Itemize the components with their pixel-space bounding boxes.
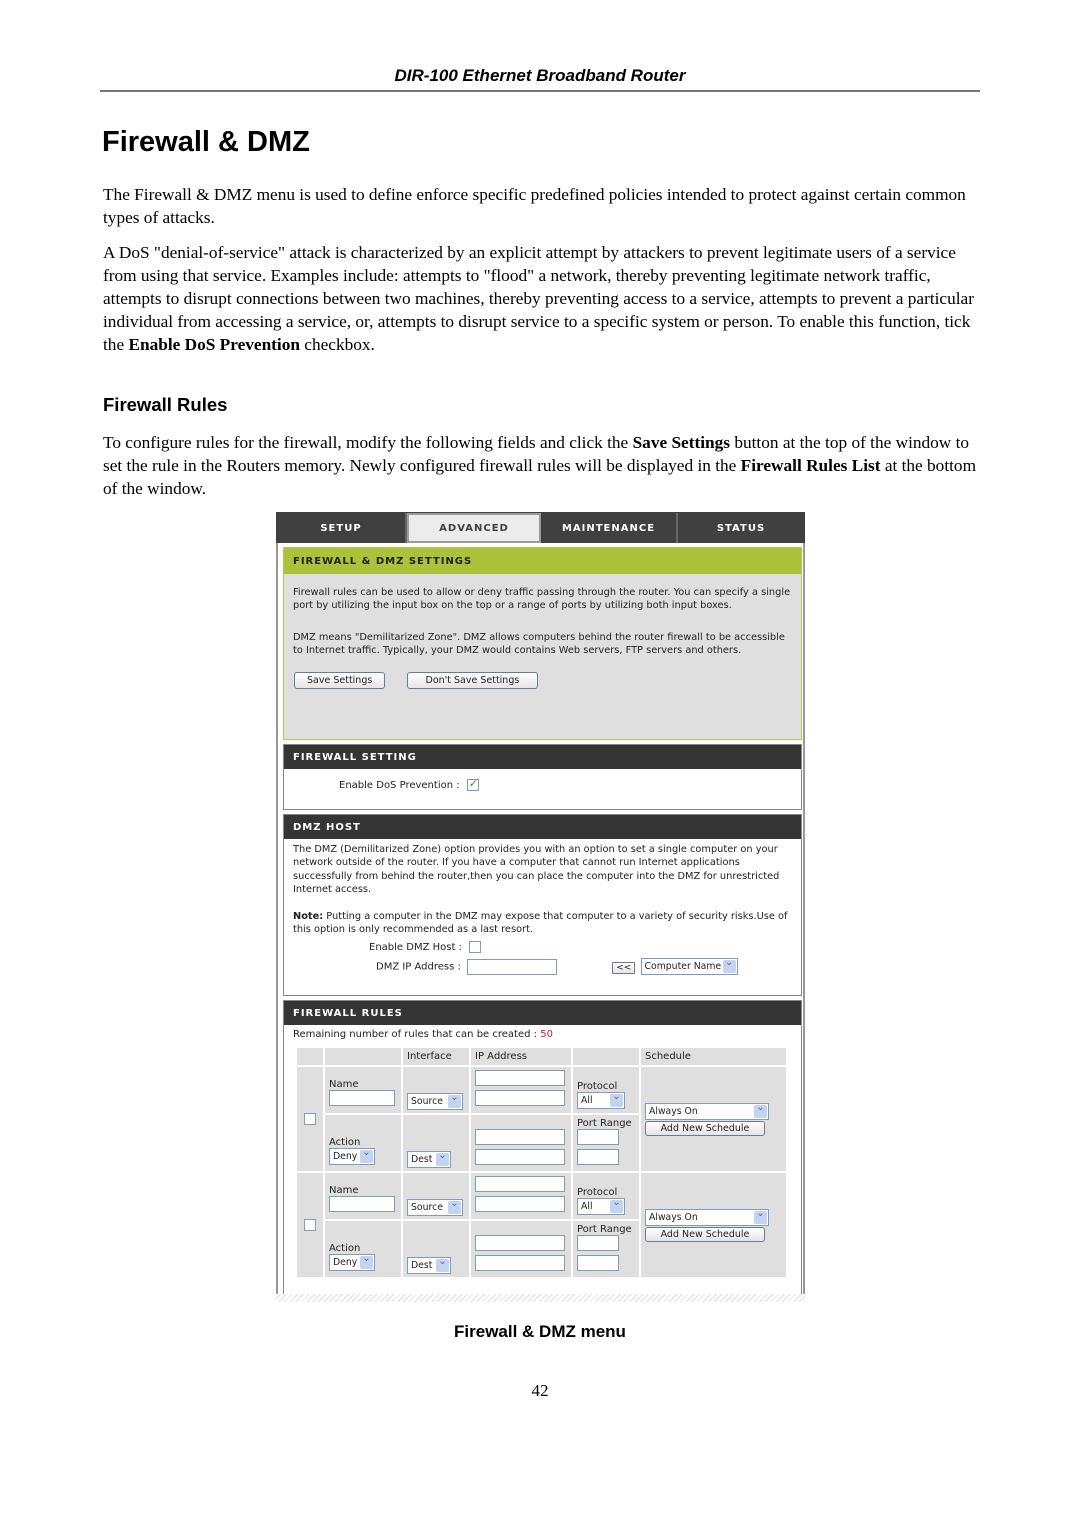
save-settings-button[interactable]: Save Settings [294,671,386,689]
firewall-setting-header: FIREWALL SETTING [284,745,801,769]
firewall-rules-table: Interface IP Address Schedule Name Sourc… [295,1046,788,1279]
dos-bold: Enable DoS Prevention [128,335,300,354]
tab-status[interactable]: STATUS [678,513,804,543]
schedule-select[interactable]: Always On [645,1208,769,1226]
dont-save-settings-button[interactable]: Don't Save Settings [406,671,539,689]
schedule-select[interactable]: Always On [645,1102,769,1120]
page-number: 42 [531,1381,549,1400]
dest-interface-select[interactable]: Dest [407,1257,451,1274]
remaining-rules: Remaining number of rules that can be cr… [284,1025,801,1040]
source-ip-start-input[interactable] [475,1176,565,1192]
enable-dmz-label: Enable DMZ Host : [369,942,462,954]
figure-caption: Firewall & DMZ menu [454,1322,626,1341]
dmz-host-header: DMZ HOST [284,815,801,839]
source-interface-select[interactable]: Source [407,1199,463,1216]
name-label: Name [329,1079,359,1090]
column-header [573,1048,639,1065]
rule-row-top: Name Source ProtocolAll Always OnAdd New… [297,1173,786,1277]
note-label: Note: [293,910,324,922]
rules-paragraph: To configure rules for the firewall, mod… [103,431,983,500]
dos-paragraph: A DoS "denial-of-service" attack is char… [103,241,983,356]
port-range-label: Port Range [577,1118,632,1129]
firewall-rules-panel: FIREWALL RULES Remaining number of rules… [283,1000,802,1302]
remaining-label: Remaining number of rules that can be cr… [293,1029,541,1040]
settings-header: FIREWALL & DMZ SETTINGS [284,548,801,574]
dest-ip-start-input[interactable] [475,1235,565,1251]
column-header-interface: Interface [403,1048,469,1065]
content-frame: FIREWALL & DMZ SETTINGS Firewall rules c… [276,543,805,1302]
dest-ip-end-input[interactable] [475,1149,565,1165]
nav-tabs: SETUP ADVANCED MAINTENANCE STATUS [276,512,805,543]
torn-edge [276,1294,805,1302]
router-screenshot: SETUP ADVANCED MAINTENANCE STATUS FIREWA… [276,512,805,1302]
dos-prevention-checkbox[interactable] [466,777,479,791]
intro-paragraph: The Firewall & DMZ menu is used to defin… [103,185,966,227]
tab-maintenance[interactable]: MAINTENANCE [541,513,678,543]
rule-enable-checkbox[interactable] [304,1113,316,1125]
remaining-count: 50 [540,1029,553,1040]
source-interface-select[interactable]: Source [407,1093,463,1110]
protocol-label: Protocol [577,1187,618,1198]
port-start-input[interactable] [577,1235,619,1251]
dest-ip-end-input[interactable] [475,1255,565,1271]
dmz-host-panel: DMZ HOST The DMZ (Demilitarized Zone) op… [283,814,802,996]
protocol-select[interactable]: All [577,1198,625,1215]
tab-setup[interactable]: SETUP [277,513,407,543]
dmz-note: Note: Putting a computer in the DMZ may … [284,910,801,937]
tab-advanced[interactable]: ADVANCED [407,513,541,543]
dos-label: Enable DoS Prevention : [339,780,460,791]
rule-name-input[interactable] [329,1090,395,1106]
column-header [297,1048,323,1065]
rules-bold-1: Save Settings [632,433,731,452]
dmz-ip-label: DMZ IP Address : [376,961,461,973]
firewall-setting-panel: FIREWALL SETTING Enable DoS Prevention : [283,744,802,810]
action-select[interactable]: Deny [329,1254,375,1271]
protocol-select[interactable]: All [577,1092,625,1109]
port-start-input[interactable] [577,1129,619,1145]
dmz-ip-input[interactable] [467,958,558,975]
note-text: Putting a computer in the DMZ may expose… [293,910,788,936]
source-ip-start-input[interactable] [475,1070,565,1086]
rules-bold-2: Firewall Rules List [740,456,881,475]
rules-text-1: To configure rules for the firewall, mod… [103,433,633,452]
add-new-schedule-button[interactable]: Add New Schedule [645,1226,765,1242]
source-ip-end-input[interactable] [475,1090,565,1106]
column-header [325,1048,401,1065]
copy-computer-button[interactable]: << [612,961,636,974]
header-rule [100,90,980,92]
rule-name-input[interactable] [329,1196,395,1212]
page-title: Firewall & DMZ [102,126,310,158]
computer-name-select[interactable]: Computer Name [640,958,738,976]
source-ip-end-input[interactable] [475,1196,565,1212]
action-select[interactable]: Deny [329,1148,375,1165]
settings-desc-1: Firewall rules can be used to allow or d… [293,587,791,612]
dest-ip-start-input[interactable] [475,1129,565,1145]
enable-dmz-checkbox[interactable] [469,941,482,954]
rule-enable-checkbox[interactable] [304,1219,316,1231]
section-heading: Firewall Rules [103,394,228,415]
dos-tail: checkbox. [299,335,375,354]
add-new-schedule-button[interactable]: Add New Schedule [645,1120,765,1136]
name-label: Name [329,1185,359,1196]
dmz-desc: The DMZ (Demilitarized Zone) option prov… [293,844,780,896]
port-range-label: Port Range [577,1224,632,1235]
settings-panel: FIREWALL & DMZ SETTINGS Firewall rules c… [283,547,802,740]
running-head: DIR-100 Ethernet Broadband Router [394,66,686,85]
firewall-rules-header: FIREWALL RULES [284,1001,801,1025]
port-end-input[interactable] [577,1255,619,1271]
port-end-input[interactable] [577,1149,619,1165]
rule-row-top: Name Source ProtocolAll Always OnAdd New… [297,1067,786,1171]
protocol-label: Protocol [577,1081,618,1092]
column-header-ip-address: IP Address [471,1048,571,1065]
column-header-schedule: Schedule [641,1048,786,1065]
settings-desc-2: DMZ means "Demilitarized Zone". DMZ allo… [293,631,785,657]
dest-interface-select[interactable]: Dest [407,1151,451,1168]
table-header-row: Interface IP Address Schedule [297,1048,786,1065]
